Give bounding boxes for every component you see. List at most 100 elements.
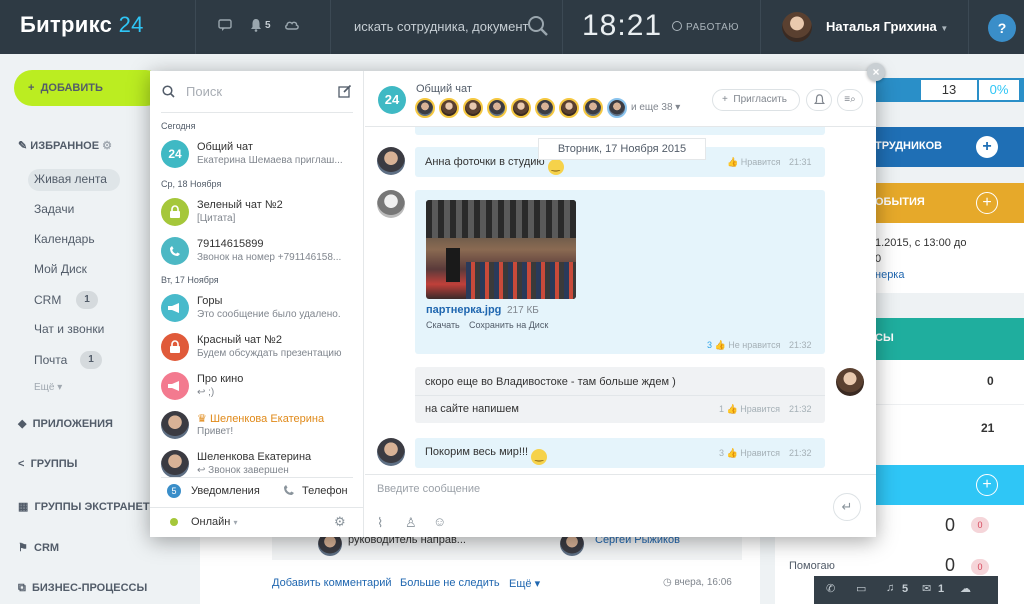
conversation-panel: 24 Общий чат и еще 38 ▾ + Пригласить ≡⌕ …: [365, 71, 876, 537]
file-name-link[interactable]: партнерка.jpg: [426, 304, 501, 316]
contact-item-general-chat[interactable]: 24 Общий чат Екатерина Шемаева приглаш..…: [150, 135, 364, 173]
cloud-icon[interactable]: ☁: [960, 582, 971, 595]
unfollow-link[interactable]: Больше не следить: [400, 577, 500, 589]
divider: [415, 395, 825, 396]
phone-icon[interactable]: [282, 483, 296, 500]
pin-icon: ✎: [18, 140, 28, 152]
chat-icon[interactable]: ▭: [856, 582, 866, 595]
like-button[interactable]: 1 👍 Нравится: [719, 404, 780, 415]
chat-title[interactable]: Общий чат: [416, 83, 472, 95]
status-select[interactable]: Онлайн ▾: [191, 516, 237, 528]
sidebar-section-crm[interactable]: ⚑ CRM: [18, 541, 59, 554]
bell-icon[interactable]: ♫: [886, 582, 894, 594]
sender-avatar[interactable]: [377, 190, 405, 218]
message-time: 21:31: [789, 157, 812, 167]
crown-icon: ♛: [197, 413, 207, 425]
like-button[interactable]: 👍 Нравится: [727, 157, 780, 168]
cloud-icon[interactable]: [284, 19, 300, 34]
add-comment-link[interactable]: Добавить комментарий: [272, 577, 391, 589]
send-button[interactable]: ↵: [833, 493, 861, 521]
sidebar-item-calendar[interactable]: Календарь: [34, 232, 95, 246]
sidebar-item-disk[interactable]: Мой Диск: [34, 262, 87, 276]
member-avatars[interactable]: [415, 98, 655, 120]
message-bubble[interactable]: Покорим весь мир!!! ‿ 3 👍 Нравится 21:32: [415, 438, 825, 468]
settings-gear-icon[interactable]: ⚙: [334, 514, 346, 530]
share-icon: <: [18, 458, 25, 470]
notifications-tab[interactable]: Уведомления: [191, 485, 260, 497]
download-link[interactable]: Скачать: [426, 320, 460, 330]
date-group: Ср, 18 Ноября: [161, 179, 222, 189]
contact-item-movies[interactable]: Про кино ↩ ;): [150, 367, 364, 405]
search-icon[interactable]: [527, 15, 549, 40]
notif-count: 5: [265, 20, 271, 31]
sidebar-item-live-feed[interactable]: Живая лента: [34, 172, 107, 186]
invite-button[interactable]: + Пригласить: [712, 89, 800, 111]
sidebar-item-mail[interactable]: Почта: [34, 353, 67, 367]
own-message-bubble[interactable]: скоро еще во Владивостоке - там больше ж…: [415, 367, 825, 423]
sidebar-item-chat[interactable]: Чат и звонки: [34, 322, 104, 336]
plus-icon[interactable]: +: [976, 192, 998, 214]
sidebar-item-tasks[interactable]: Задачи: [34, 202, 74, 216]
like-button[interactable]: 3 👍 Не нравится: [707, 340, 780, 351]
sidebar-section-bp[interactable]: ⧉ БИЗНЕС-ПРОЦЕССЫ: [18, 582, 147, 595]
status-circle-icon: [672, 21, 682, 31]
member-avatar: [511, 98, 531, 118]
member-avatar: [607, 98, 627, 118]
add-button[interactable]: + ДОБАВИТЬ: [14, 70, 164, 106]
divider: [330, 0, 331, 54]
new-chat-icon[interactable]: [338, 84, 352, 101]
sidebar-section-groups[interactable]: < ГРУППЫ: [18, 458, 77, 470]
photo-thumbnail[interactable]: [426, 200, 576, 299]
contact-item-phone[interactable]: 79114615899 Звонок на номер +791146158..…: [150, 232, 364, 270]
chat-icon[interactable]: [218, 18, 232, 35]
user-avatar[interactable]: [782, 12, 812, 42]
megaphone-icon: [161, 294, 189, 322]
logo[interactable]: Битрикс 24: [20, 12, 144, 38]
sidebar-item-crm[interactable]: CRM: [34, 293, 61, 307]
message-input[interactable]: Введите сообщение: [377, 483, 480, 495]
help-button[interactable]: ?: [988, 14, 1016, 42]
feed-more-link[interactable]: Ещё ▾: [509, 577, 540, 590]
save-to-disk-link[interactable]: Сохранить на Диск: [469, 320, 548, 330]
paperclip-icon[interactable]: ⌇: [377, 515, 383, 531]
phone-tab[interactable]: Телефон: [302, 485, 348, 497]
search-history-icon[interactable]: ≡⌕: [837, 89, 863, 111]
more-members-link[interactable]: и еще 38 ▾: [631, 102, 680, 113]
close-icon[interactable]: ×: [867, 63, 885, 81]
contact-item-mountains[interactable]: Горы Это сообщение было удалено.: [150, 289, 364, 327]
contact-item-person[interactable]: ♛ Шеленкова Екатерина Привет!: [150, 406, 364, 444]
event-link[interactable]: нерка: [875, 269, 904, 281]
favorites-header[interactable]: ✎ ИЗБРАННОЕ ⚙: [18, 139, 112, 152]
sidebar-section-apps[interactable]: ◆ ПРИЛОЖЕНИЯ: [18, 417, 113, 430]
stats-percent: 0%: [979, 80, 1019, 100]
user-menu[interactable]: Наталья Грихина ▼: [826, 19, 948, 34]
chat-popup: Поиск Сегодня 24 Общий чат Екатерина Шем…: [150, 71, 876, 537]
top-bar: Битрикс 24 5 искать сотрудника, документ…: [0, 0, 1024, 54]
phone-icon: [161, 237, 189, 265]
smile-icon[interactable]: ☺: [433, 514, 446, 529]
sender-avatar[interactable]: [377, 147, 405, 175]
gear-icon[interactable]: ⚙: [102, 140, 112, 152]
contact-search-input[interactable]: Поиск: [186, 84, 222, 99]
person-icon[interactable]: ♙: [405, 515, 417, 531]
work-status-button[interactable]: РАБОТАЮ: [672, 21, 739, 33]
clock-icon: ◷: [663, 577, 672, 588]
contact-item-red-chat[interactable]: Красный чат №2 Будем обсуждать презентац…: [150, 328, 364, 366]
avatar: [161, 411, 189, 439]
plus-icon[interactable]: +: [976, 136, 998, 158]
global-search-input[interactable]: искать сотрудника, документ: [354, 19, 528, 34]
bell-icon[interactable]: [806, 89, 832, 111]
mail-icon[interactable]: ✉: [922, 582, 931, 595]
lock-icon: [161, 198, 189, 226]
photo-audience: [466, 262, 576, 299]
plus-icon[interactable]: +: [976, 474, 998, 496]
smile-emoji-icon: ‿: [547, 159, 564, 175]
like-button[interactable]: 3 👍 Нравится: [719, 448, 780, 459]
contact-item-green-chat[interactable]: Зеленый чат №2 [Цитата]: [150, 193, 364, 231]
sender-avatar[interactable]: [377, 438, 405, 466]
own-avatar[interactable]: [836, 368, 864, 396]
phone-icon[interactable]: ✆: [826, 582, 835, 595]
sidebar-more-link[interactable]: Ещё ▾: [34, 382, 62, 393]
sidebar-section-extranet[interactable]: ▦ ГРУППЫ ЭКСТРАНЕТ: [18, 500, 150, 513]
bell-icon[interactable]: [250, 18, 262, 35]
